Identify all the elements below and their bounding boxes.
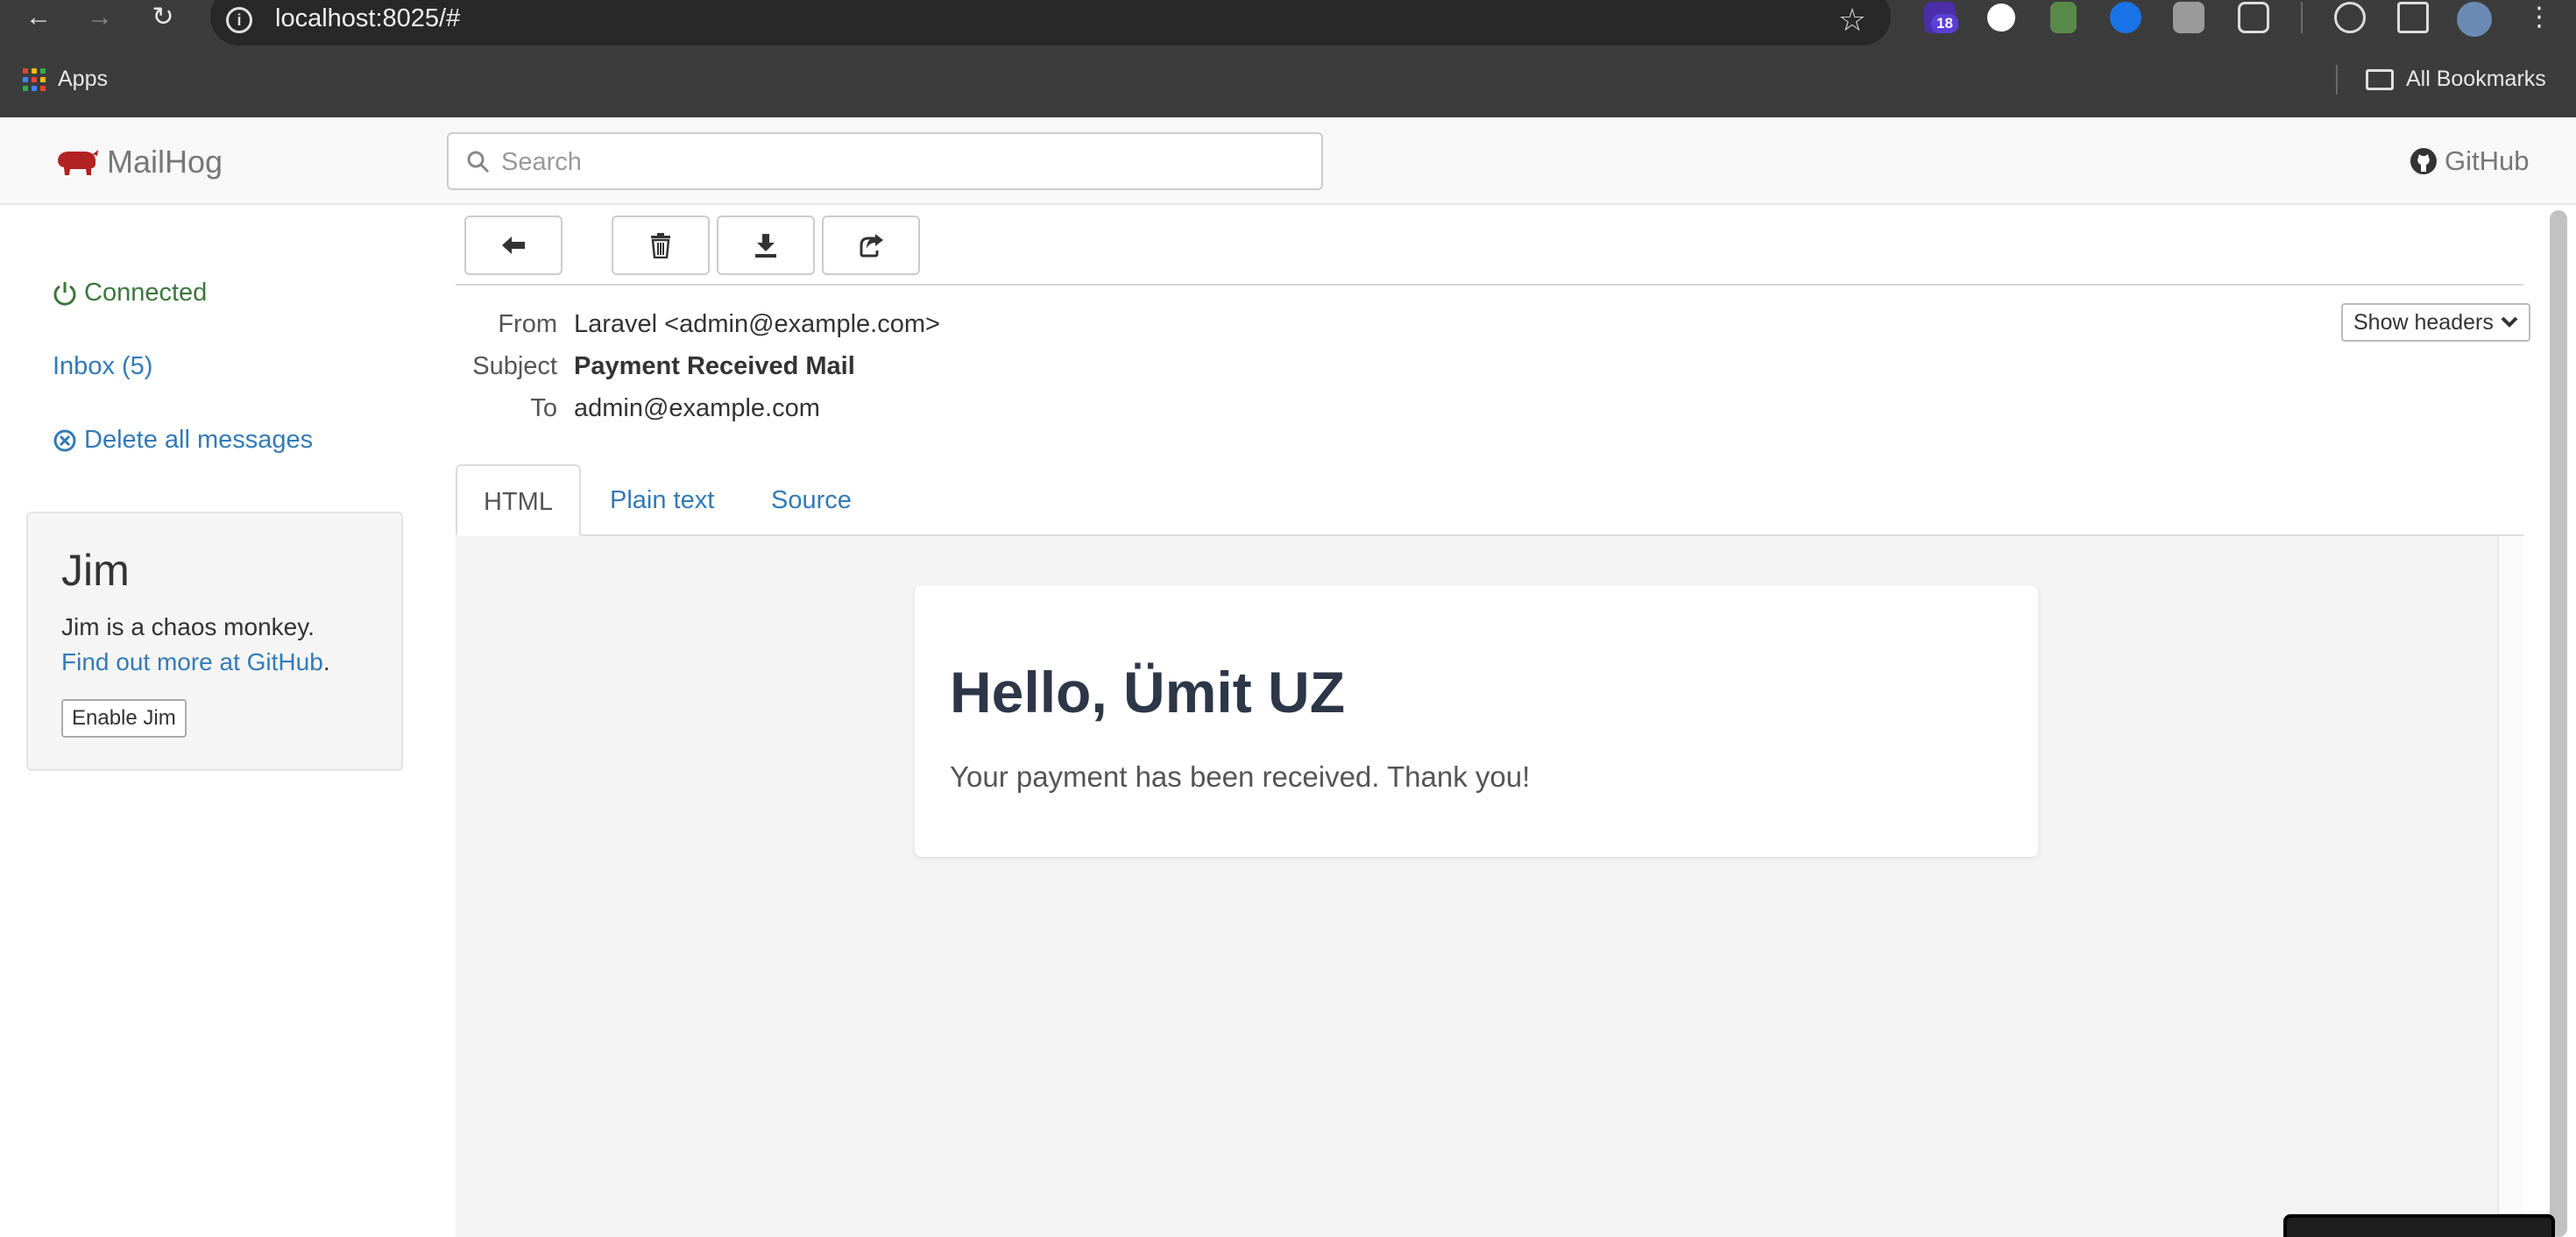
from-label: From xyxy=(498,310,557,338)
connected-label: Connected xyxy=(84,279,208,307)
enable-jim-button[interactable]: Enable Jim xyxy=(61,699,187,738)
delete-all-link[interactable]: Delete all messages xyxy=(53,426,313,455)
delete-all-label: Delete all messages xyxy=(84,426,314,454)
search-icon xyxy=(467,151,490,173)
to-value: admin@example.com xyxy=(574,394,820,422)
release-button[interactable] xyxy=(822,216,920,275)
toolbar-divider xyxy=(456,284,2523,286)
browser-chrome: ← → ↻ i localhost:8025/# ☆ 18 ⋮ Apps All… xyxy=(0,0,2576,117)
arrow-left-icon xyxy=(502,237,525,254)
profile-avatar[interactable] xyxy=(2457,2,2492,37)
address-bar[interactable]: i localhost:8025/# ☆ xyxy=(210,0,1891,46)
apps-grid-icon xyxy=(23,67,46,91)
jim-github-link[interactable]: Find out more at GitHub xyxy=(61,648,323,675)
share-icon xyxy=(860,234,883,258)
trash-icon xyxy=(651,233,670,258)
download-icon xyxy=(755,234,776,258)
preview-scrollbar[interactable] xyxy=(2497,536,2523,1237)
folder-icon xyxy=(2366,68,2394,90)
github-link[interactable]: GitHub xyxy=(2410,145,2529,177)
window-scrollbar[interactable] xyxy=(2550,210,2567,1237)
download-button[interactable] xyxy=(717,216,815,275)
brand-link[interactable]: MailHog xyxy=(54,144,223,180)
jim-description: Jim is a chaos monkey. xyxy=(61,613,315,640)
tab-source[interactable]: Source xyxy=(745,464,878,536)
app-header: MailHog GitHub xyxy=(0,117,2576,205)
jim-link-suffix: . xyxy=(322,648,330,675)
email-text: Your payment has been received. Thank yo… xyxy=(950,760,1531,793)
address-url[interactable]: localhost:8025/# xyxy=(275,4,460,33)
subject-value: Payment Received Mail xyxy=(574,352,855,380)
chevron-down-icon xyxy=(2501,316,2518,328)
extension-badge: 18 xyxy=(1931,14,1958,33)
show-headers-label: Show headers xyxy=(2353,309,2494,335)
screen-thumbnail[interactable] xyxy=(2283,1214,2555,1237)
jim-panel: Jim Jim is a chaos monkey. Find out more… xyxy=(26,512,403,771)
from-value: Laravel <admin@example.com> xyxy=(574,310,940,338)
inbox-label: Inbox (5) xyxy=(53,352,153,380)
menu-kebab-icon[interactable]: ⋮ xyxy=(2523,2,2555,33)
search-box[interactable] xyxy=(447,132,1323,190)
pig-logo-icon xyxy=(58,150,98,175)
inbox-link[interactable]: Inbox (5) xyxy=(53,352,152,381)
subject-label: Subject xyxy=(472,352,557,380)
extension-play-icon[interactable] xyxy=(2110,2,2141,33)
connected-status: Connected xyxy=(53,279,207,307)
extension-leaf-icon[interactable] xyxy=(2050,2,2077,33)
to-label: To xyxy=(530,394,557,422)
github-label: GitHub xyxy=(2445,145,2530,176)
forward-arrow-icon[interactable]: → xyxy=(84,2,116,33)
github-icon xyxy=(2410,148,2437,174)
remove-circle-icon xyxy=(53,429,76,451)
apps-label: Apps xyxy=(58,67,108,91)
toolbar-divider xyxy=(2301,2,2303,33)
email-heading: Hello, Ümit UZ xyxy=(950,660,1346,725)
search-input[interactable] xyxy=(501,145,1307,180)
show-headers-button[interactable]: Show headers xyxy=(2341,303,2530,342)
tab-plain-text[interactable]: Plain text xyxy=(584,464,740,536)
tab-html[interactable]: HTML xyxy=(456,464,581,536)
extensions-puzzle-icon[interactable] xyxy=(2238,2,2269,33)
delete-button[interactable] xyxy=(612,216,710,275)
brand-name: MailHog xyxy=(107,144,223,180)
bookmark-apps[interactable]: Apps xyxy=(23,67,108,92)
bookmark-star-icon[interactable]: ☆ xyxy=(1838,2,1866,39)
side-panel-icon[interactable] xyxy=(2397,2,2429,33)
jim-more-line: Find out more at GitHub. xyxy=(61,648,330,676)
bookmarks-divider xyxy=(2336,65,2338,95)
power-icon xyxy=(53,281,76,306)
jim-title: Jim xyxy=(61,546,130,595)
extension-tag-icon[interactable] xyxy=(2173,2,2204,33)
back-arrow-icon[interactable]: ← xyxy=(23,2,54,33)
reload-icon[interactable]: ↻ xyxy=(147,2,179,33)
back-button[interactable] xyxy=(464,216,563,275)
all-bookmarks-label: All Bookmarks xyxy=(2406,67,2546,91)
all-bookmarks[interactable]: All Bookmarks xyxy=(2366,67,2546,92)
extension-circle-icon[interactable] xyxy=(1987,4,2015,32)
performance-icon[interactable] xyxy=(2334,2,2366,33)
email-card: Hello, Ümit UZ Your payment has been rec… xyxy=(915,585,2038,857)
site-info-icon[interactable]: i xyxy=(226,7,252,33)
